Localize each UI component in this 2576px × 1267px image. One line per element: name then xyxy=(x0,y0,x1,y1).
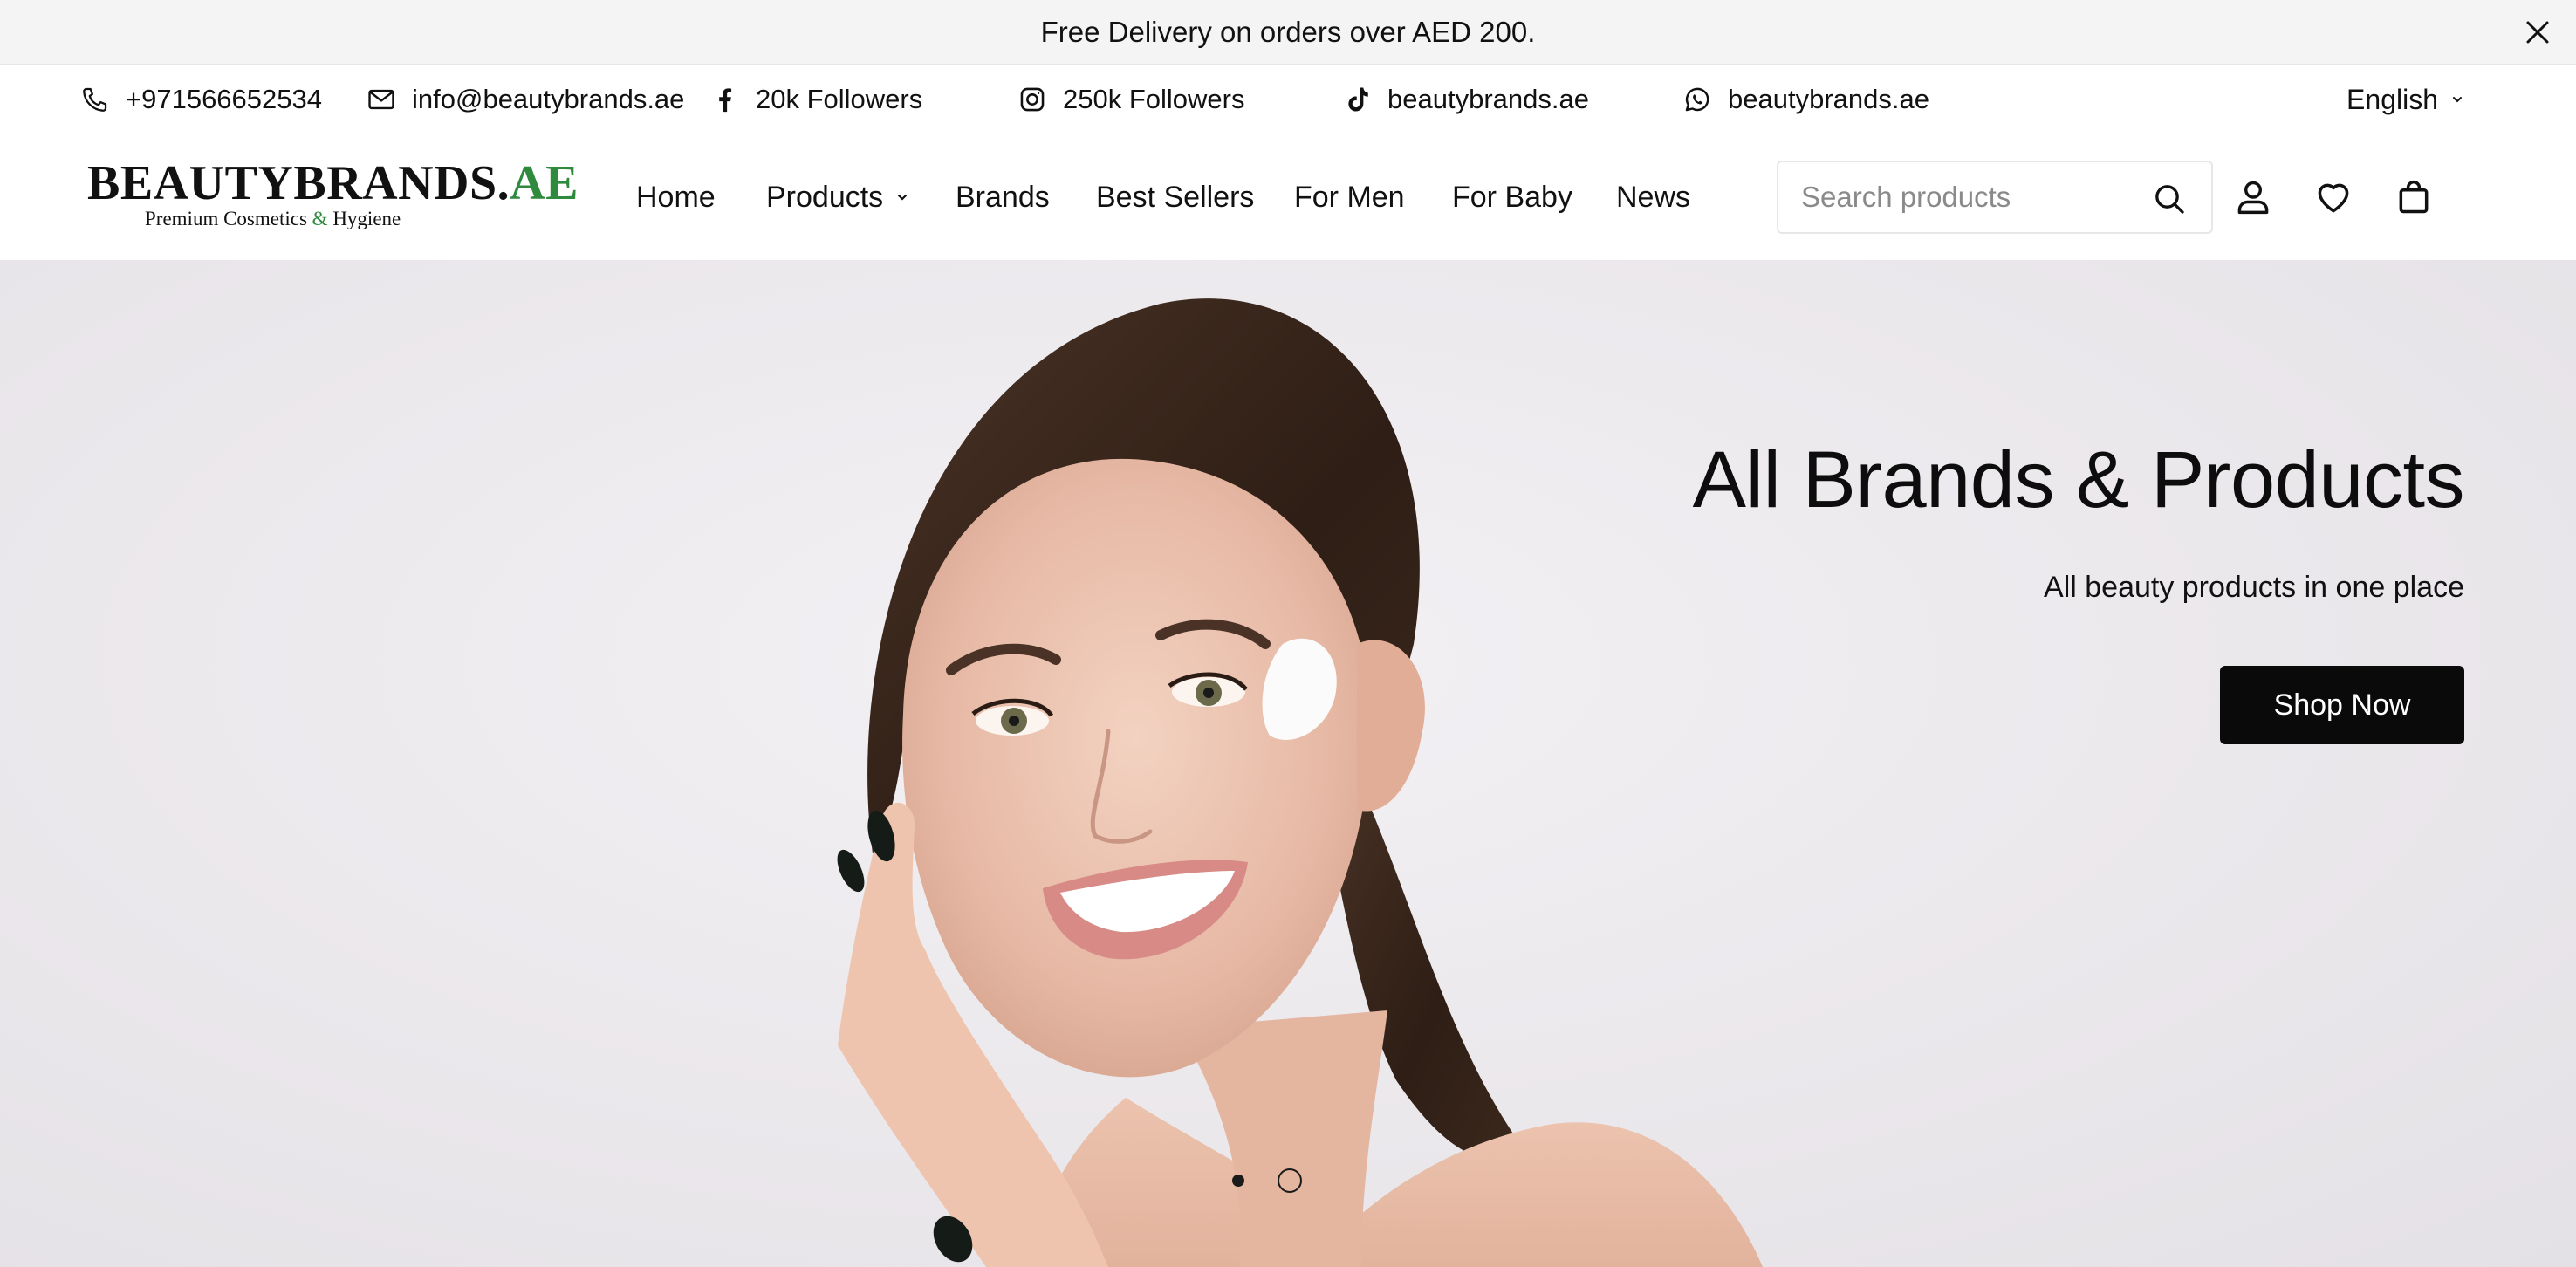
carousel-dot-2[interactable] xyxy=(1278,1168,1302,1193)
user-icon xyxy=(2237,181,2269,215)
search-box xyxy=(1777,161,2213,234)
close-announcement-button[interactable] xyxy=(2518,13,2557,51)
email-address: info@beautybrands.ae xyxy=(412,84,685,114)
phone-link[interactable]: +971566652534 xyxy=(80,65,322,134)
nav-products[interactable]: Products xyxy=(766,134,909,260)
nav-news[interactable]: News xyxy=(1616,134,1690,260)
nav-brands[interactable]: Brands xyxy=(956,134,1050,260)
nav-home[interactable]: Home xyxy=(636,134,716,260)
mail-icon xyxy=(368,89,394,110)
account-button[interactable] xyxy=(2232,176,2274,218)
tiktok-handle: beautybrands.ae xyxy=(1387,84,1589,114)
facebook-icon xyxy=(719,88,732,113)
cart-icon xyxy=(2399,180,2429,214)
logo-tagline: Premium Cosmetics & Hygiene xyxy=(145,208,401,229)
language-selector[interactable]: English xyxy=(2346,65,2464,134)
language-label: English xyxy=(2346,83,2438,115)
instagram-followers: 250k Followers xyxy=(1063,84,1245,114)
search-icon xyxy=(2155,185,2184,214)
nav-best-sellers[interactable]: Best Sellers xyxy=(1096,134,1254,260)
logo-wordmark: BEAUTYBRANDS.AE xyxy=(87,156,579,210)
whatsapp-link[interactable]: beautybrands.ae xyxy=(1682,65,1929,134)
contact-bar: +971566652534 info@beautybrands.ae 20k F… xyxy=(0,65,2576,134)
hero-banner: All Brands & Products All beauty product… xyxy=(0,260,2576,1267)
whatsapp-icon xyxy=(1685,87,1709,112)
facebook-followers: 20k Followers xyxy=(756,84,923,114)
phone-number: +971566652534 xyxy=(126,84,322,114)
hero-subtitle: All beauty products in one place xyxy=(2044,571,2464,604)
chevron-down-icon xyxy=(898,194,908,201)
close-icon[interactable] xyxy=(2525,20,2550,45)
search-input[interactable] xyxy=(1801,181,2150,214)
tiktok-icon xyxy=(1348,87,1368,112)
announcement-text: Free Delivery on orders over AED 200. xyxy=(1040,15,1536,48)
facebook-link[interactable]: 20k Followers xyxy=(710,65,922,134)
hero-image xyxy=(837,298,1763,1267)
nav-products-label: Products xyxy=(766,180,884,214)
wishlist-button[interactable] xyxy=(2312,176,2354,218)
chevron-down-icon xyxy=(2453,97,2462,103)
email-link[interactable]: info@beautybrands.ae xyxy=(367,65,684,134)
nav-for-men[interactable]: For Men xyxy=(1294,134,1405,260)
whatsapp-handle: beautybrands.ae xyxy=(1728,84,1929,114)
instagram-icon xyxy=(1020,87,1045,112)
instagram-link[interactable]: 250k Followers xyxy=(1017,65,1244,134)
shop-now-button[interactable]: Shop Now xyxy=(2220,666,2464,744)
nav-for-baby[interactable]: For Baby xyxy=(1452,134,1572,260)
announcement-bar: Free Delivery on orders over AED 200. xyxy=(0,0,2576,65)
tiktok-link[interactable]: beautybrands.ae xyxy=(1342,65,1589,134)
main-header: BEAUTYBRANDS.AE Premium Cosmetics & Hygi… xyxy=(0,134,2576,260)
cart-button[interactable] xyxy=(2393,176,2435,218)
heart-icon xyxy=(2318,183,2349,213)
hero-title: All Brands & Products xyxy=(1692,435,2465,524)
carousel-dot-1[interactable] xyxy=(1232,1175,1244,1187)
search-button[interactable] xyxy=(2150,180,2189,218)
phone-icon xyxy=(83,87,107,112)
site-logo[interactable]: BEAUTYBRANDS.AE Premium Cosmetics & Hygi… xyxy=(87,156,579,237)
carousel-dots xyxy=(1232,1168,1302,1194)
